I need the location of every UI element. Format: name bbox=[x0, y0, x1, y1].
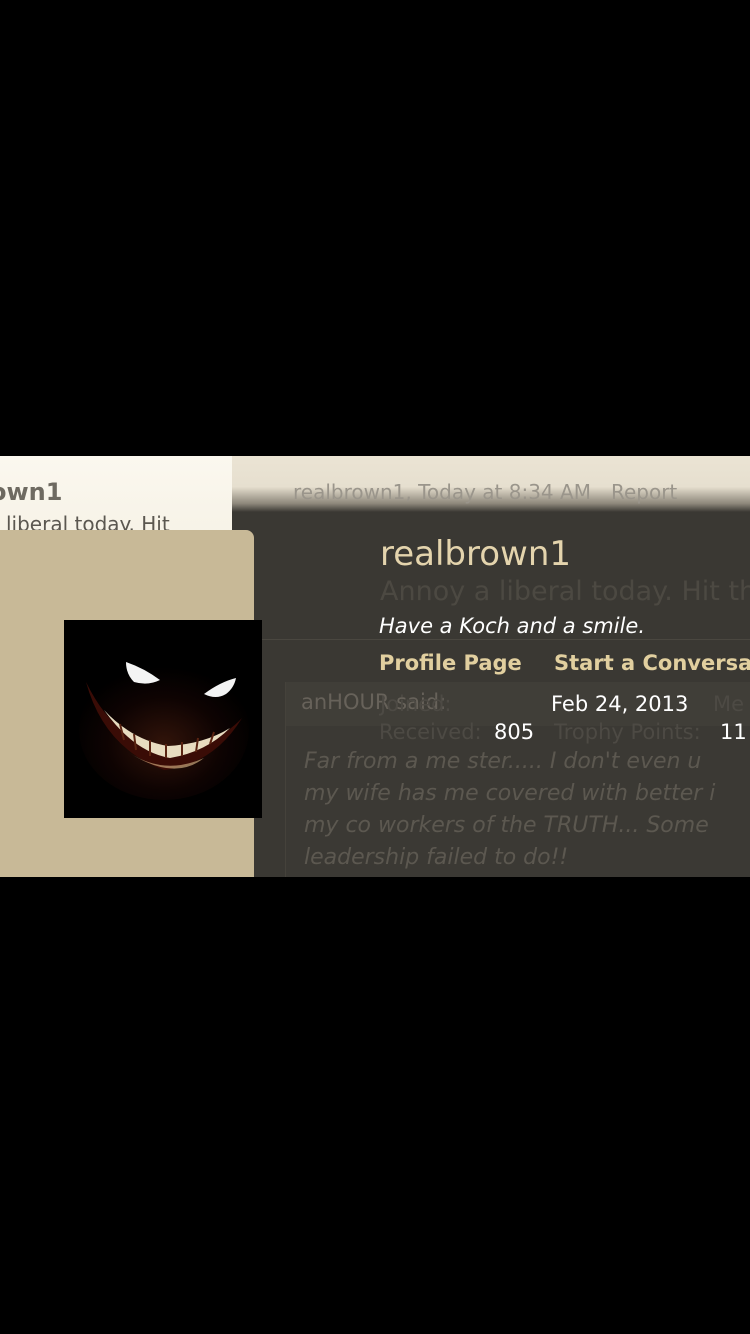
background-username: own1 bbox=[0, 478, 63, 506]
member-card-username[interactable]: realbrown1 bbox=[380, 534, 571, 574]
likes-received-label: Received: bbox=[379, 720, 482, 744]
trophy-points-label: Trophy Points: bbox=[554, 720, 701, 744]
start-conversation-link[interactable]: Start a Conversa bbox=[554, 651, 750, 675]
report-link[interactable]: Report bbox=[611, 480, 677, 504]
joined-value: Feb 24, 2013 bbox=[551, 692, 689, 716]
quote-line: Far from a me ster..... I don't even u bbox=[304, 749, 702, 774]
trophy-points-value: 11 bbox=[720, 720, 747, 744]
avatar[interactable] bbox=[64, 620, 262, 818]
post-timestamp[interactable]: Today at 8:34 AM bbox=[418, 480, 591, 504]
post-author-link[interactable]: realbrown1 bbox=[293, 480, 405, 504]
quote-line: my wife has me covered with better i bbox=[304, 781, 716, 806]
messages-value: 805 bbox=[494, 720, 535, 744]
quote-body: Far from a me ster..... I don't even u m… bbox=[304, 746, 750, 874]
profile-page-link[interactable]: Profile Page bbox=[379, 651, 522, 675]
grinning-face-image bbox=[64, 620, 262, 818]
post-meta: realbrown1, Today at 8:34 AM Report bbox=[293, 480, 678, 504]
member-custom-title: Have a Koch and a smile. bbox=[379, 614, 646, 638]
joined-label: Joined: bbox=[380, 692, 452, 716]
background-signature-text: Annoy a liberal today. Hit the bbox=[380, 576, 750, 607]
messages-label: Me bbox=[713, 692, 745, 716]
divider bbox=[254, 639, 750, 640]
screenshot-frame: own1 liberal today. Hit realbrown1, Toda… bbox=[0, 456, 750, 877]
quote-line: my co workers of the TRUTH... Some bbox=[304, 813, 709, 838]
quote-line: leadership failed to do!! bbox=[304, 845, 569, 870]
